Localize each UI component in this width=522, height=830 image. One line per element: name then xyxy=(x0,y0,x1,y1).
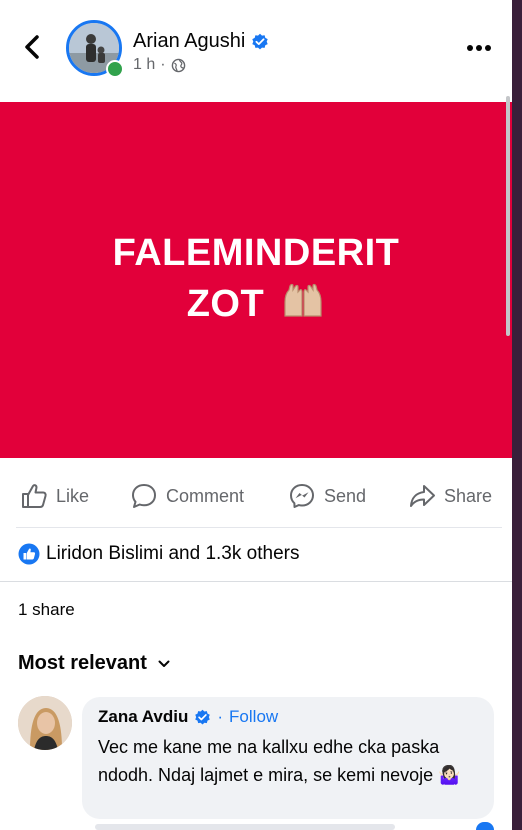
reactions-summary[interactable]: Liridon Bislimi and 1.3k others xyxy=(18,543,299,565)
commenter-avatar-image xyxy=(18,696,72,750)
follow-button[interactable]: Follow xyxy=(229,707,278,727)
share-label: Share xyxy=(444,485,493,506)
follow-separator: · xyxy=(217,707,224,726)
meta-separator: · xyxy=(160,56,166,73)
share-button[interactable]: Share xyxy=(408,482,492,510)
online-status-dot xyxy=(106,60,124,78)
thumbs-up-icon xyxy=(22,484,47,508)
chevron-down-icon xyxy=(158,660,170,667)
scrollbar-thumb[interactable] xyxy=(506,96,510,336)
send-label: Send xyxy=(324,485,367,506)
praying-hands-icon xyxy=(281,281,325,332)
more-dots-icon xyxy=(467,45,491,51)
comment-label: Comment xyxy=(166,485,245,506)
messenger-icon xyxy=(290,484,314,508)
post-text-line-2: ZOT xyxy=(186,283,265,326)
globe-icon xyxy=(171,58,185,72)
post-content[interactable]: FALEMINDERIT ZOT xyxy=(0,102,512,458)
comment-bubble[interactable]: Zana Avdiu · Follow Vec me kane me na ka… xyxy=(82,697,494,819)
next-comment-peek xyxy=(95,824,395,830)
reactions-divider xyxy=(0,581,512,582)
verified-badge-icon xyxy=(252,33,268,49)
post-actions-bar: Like Comment Send Share xyxy=(0,470,512,528)
window-edge xyxy=(512,0,522,830)
comment-sort-label: Most relevant xyxy=(18,652,147,674)
commenter-avatar[interactable] xyxy=(18,696,72,750)
post-time[interactable]: 1 h xyxy=(133,56,155,74)
comment-sort-dropdown[interactable]: Most relevant xyxy=(18,652,171,675)
post-text-line-1: FALEMINDERIT xyxy=(112,232,400,275)
share-arrow-icon xyxy=(410,485,435,507)
post-page: Arian Agushi 1 h · FALEMINDERIT ZOT Like… xyxy=(0,0,512,830)
share-count[interactable]: 1 share xyxy=(18,600,75,620)
more-options-button[interactable] xyxy=(462,38,496,58)
actions-divider xyxy=(16,527,502,528)
author-name[interactable]: Arian Agushi xyxy=(133,30,245,53)
post-header: Arian Agushi 1 h · xyxy=(0,0,512,100)
send-button[interactable]: Send xyxy=(288,482,366,510)
commenter-name[interactable]: Zana Avdiu xyxy=(98,707,188,727)
comment-text: Vec me kane me na kallxu edhe cka paska … xyxy=(98,737,461,785)
comment-button[interactable]: Comment xyxy=(130,482,244,510)
comment-bubble-icon xyxy=(132,484,156,508)
next-reaction-peek xyxy=(476,822,494,830)
reactions-text: Liridon Bislimi and 1.3k others xyxy=(46,543,300,564)
verified-badge-icon xyxy=(195,709,211,724)
like-button[interactable]: Like xyxy=(20,482,89,510)
post-text: FALEMINDERIT ZOT xyxy=(113,228,400,331)
like-label: Like xyxy=(56,485,90,506)
like-reaction-icon xyxy=(18,543,40,565)
back-button[interactable] xyxy=(18,32,48,62)
chevron-left-icon xyxy=(25,35,39,59)
